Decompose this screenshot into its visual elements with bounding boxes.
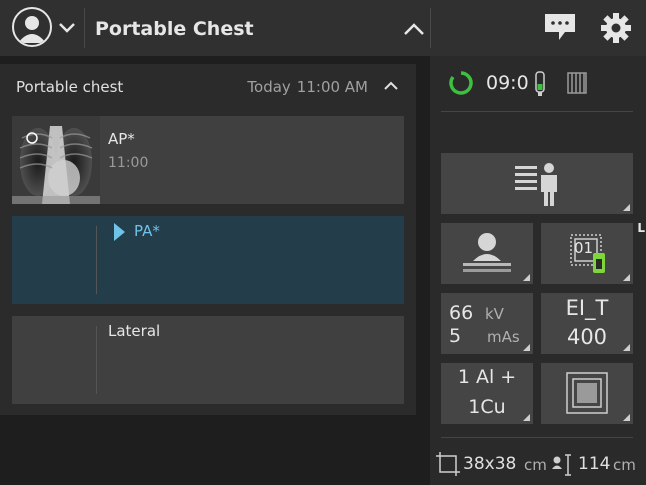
exposure-settings-button[interactable]: 66 kV 5 mAs: [441, 293, 533, 354]
exam-name: AP*: [108, 130, 135, 148]
sid-unit: cm: [613, 456, 636, 474]
tile-corner-marker: [623, 344, 630, 351]
patient-list-button[interactable]: [441, 153, 633, 214]
collimator-button[interactable]: [541, 363, 633, 424]
status-row: 09:0: [430, 56, 646, 112]
mas-unit: mAs: [487, 328, 520, 346]
exam-name: PA*: [134, 222, 160, 240]
filter-button[interactable]: 1 Al + 1Cu: [441, 363, 533, 424]
chat-icon[interactable]: [543, 12, 577, 42]
kv-unit: kV: [485, 305, 504, 323]
detector-button[interactable]: 01 L: [541, 221, 645, 284]
grid-icon: [567, 72, 587, 94]
exam-card-ap[interactable]: AP* 11:00: [12, 116, 404, 204]
page-title: Portable Chest: [95, 18, 254, 40]
exposure-index-value: 400: [566, 325, 608, 349]
chevron-up-icon[interactable]: [384, 81, 398, 91]
filter-line-1: 1 Al +: [457, 366, 517, 388]
divider: [84, 8, 85, 48]
sid-value: 114: [578, 454, 611, 474]
divider: [441, 437, 633, 438]
mas-value: 5: [449, 325, 462, 347]
battery-icon: [535, 71, 545, 96]
field-size-value: 38x38: [463, 454, 517, 474]
patient-position-button[interactable]: [441, 223, 533, 284]
exam-card-pa[interactable]: PA*: [12, 216, 404, 304]
filter-line-2: 1Cu: [468, 396, 506, 418]
tile-corner-marker: [623, 204, 630, 211]
tile-corner-marker: [623, 414, 630, 421]
divider: [441, 111, 633, 112]
patient-list-icon: [515, 163, 557, 206]
gear-icon[interactable]: [600, 12, 632, 44]
collimator-icon: [566, 372, 608, 414]
field-size-unit: cm: [524, 456, 547, 474]
divider: [430, 8, 431, 48]
sid-icon: [552, 454, 571, 476]
detector-label: 01: [574, 239, 594, 257]
exam-date: Today 11:00 AM: [241, 78, 368, 96]
exam-panel: Portable chest Today 11:00 AM AP* 11:00 …: [0, 64, 416, 415]
field-size-icon: [436, 452, 460, 476]
chevron-up-icon[interactable]: [403, 22, 425, 36]
exposure-index-button[interactable]: EI_T 400: [541, 293, 633, 354]
acquisition-panel: 09:0 01 L 66 kV 5 mAs EI_T 400 1 Al + 1C…: [430, 56, 646, 485]
exam-date-day: Today: [247, 78, 291, 96]
chevron-down-icon[interactable]: [58, 22, 76, 34]
kv-value: 66: [449, 302, 474, 324]
xray-thumbnail: [12, 116, 100, 204]
exposure-index-label: EI_T: [565, 296, 609, 320]
detector-side: L: [637, 221, 645, 235]
card-separator: [96, 226, 97, 294]
exam-date-time: 11:00 AM: [296, 78, 368, 96]
tile-corner-marker: [623, 274, 630, 281]
user-avatar-icon[interactable]: [12, 7, 52, 47]
current-exam-marker-icon: [114, 223, 125, 241]
geometry-readout: 38x38 cm 114 cm: [430, 450, 646, 480]
status-ring-icon: [449, 71, 473, 95]
exam-card-lateral[interactable]: Lateral: [12, 316, 404, 404]
tile-corner-marker: [523, 344, 530, 351]
card-separator: [96, 326, 97, 394]
exam-time: 11:00: [108, 155, 149, 171]
tile-corner-marker: [523, 414, 530, 421]
exam-name: Lateral: [108, 322, 161, 340]
patient-position-icon: [463, 233, 511, 272]
exam-panel-title: Portable chest: [16, 78, 124, 96]
top-bar: Portable Chest: [0, 0, 646, 56]
status-clock: 09:0: [486, 72, 529, 94]
tile-corner-marker: [523, 274, 530, 281]
